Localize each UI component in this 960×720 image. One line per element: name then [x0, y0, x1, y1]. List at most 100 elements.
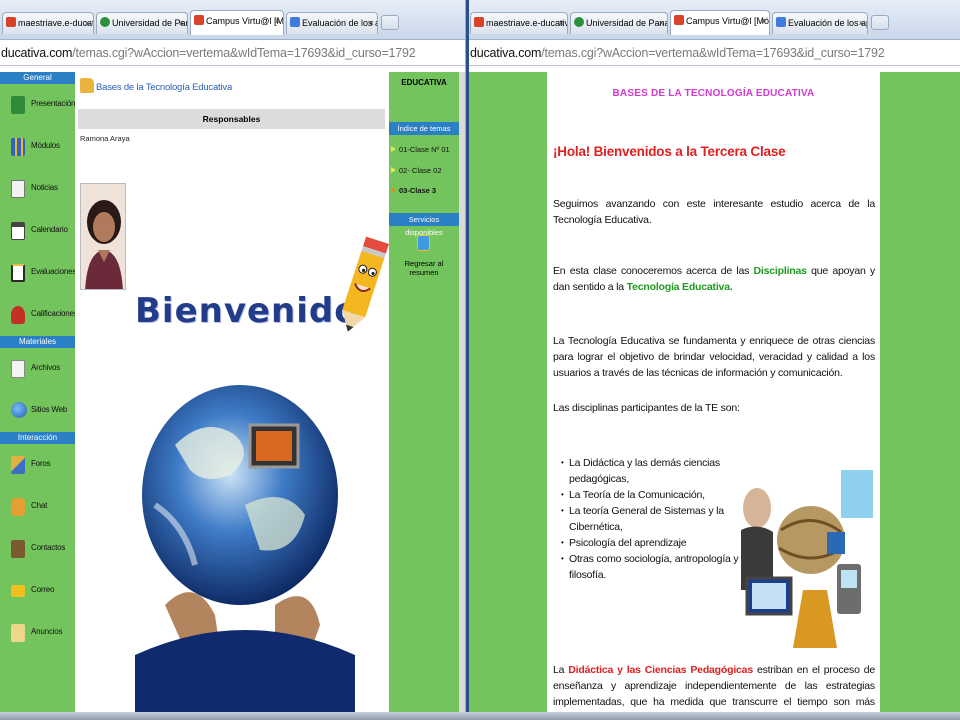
- contacts-icon: [11, 540, 25, 558]
- list-item: La teoría General de Sistemas y la Ciber…: [561, 503, 751, 535]
- paragraph-foundation: La Tecnología Educativa se fundamenta y …: [553, 335, 875, 379]
- paragraph-intro: Seguimos avanzando con este interesante …: [553, 198, 875, 226]
- site-icon: [474, 17, 484, 27]
- tab-campus-virtual[interactable]: Campus Virtu@l [Módulo ×: [670, 10, 770, 35]
- tab-bar: maestriave.e-ducativa.com × Universidad …: [469, 0, 960, 40]
- disciplines-list: La Didáctica y las demás ciencias pedagó…: [561, 455, 751, 583]
- close-tab-icon[interactable]: ×: [85, 13, 90, 33]
- nav-item-modulos[interactable]: Módulos: [0, 126, 75, 168]
- topic-link-active[interactable]: 03-Clase 3: [391, 186, 436, 195]
- nav-item-contactos[interactable]: Contactos: [0, 528, 75, 570]
- evaluations-icon: [11, 264, 25, 282]
- nav-item-calendario[interactable]: Calendario: [0, 210, 75, 252]
- greeting-heading: ¡Hola! Bienvenidos a la Tercera Clase: [553, 144, 786, 159]
- new-tab-button[interactable]: [381, 15, 399, 30]
- taskbar-strip: [0, 712, 960, 720]
- nav-item-anuncios[interactable]: Anuncios: [0, 612, 75, 654]
- article-title: BASES DE LA TECNOLOGÍA EDUCATIVA: [612, 88, 815, 99]
- nav-item-presentacion[interactable]: Presentación: [0, 84, 75, 126]
- arrow-icon: [391, 167, 396, 173]
- site-icon: [674, 15, 684, 25]
- tab-universidad[interactable]: Universidad de Panamá - ×: [570, 12, 668, 34]
- news-icon: [11, 180, 25, 198]
- close-tab-icon[interactable]: ×: [859, 13, 864, 33]
- lesson-article: BASES DE LA TECNOLOGÍA EDUCATIVA ¡Hola! …: [547, 72, 880, 720]
- welcome-banner: Bienvenido: [135, 291, 359, 331]
- topic-link[interactable]: 01-Clase Nº 01: [391, 145, 450, 154]
- tab-evaluacion[interactable]: Evaluación de los aprend ×: [772, 12, 868, 34]
- presentation-icon: [11, 96, 25, 114]
- arrow-icon: [391, 187, 396, 193]
- course-content: Bases de la Tecnología Educativa Respons…: [75, 72, 389, 720]
- site-icon: [574, 17, 584, 27]
- folder-icon: [80, 78, 94, 93]
- back-to-summary-link[interactable]: Regresar al resumen: [389, 259, 459, 277]
- chat-icon: [11, 498, 25, 516]
- brand-label: EDUCATIVA: [401, 78, 447, 87]
- tab-maestriave[interactable]: maestriave.e-ducativa.com ×: [2, 12, 94, 34]
- site-icon: [194, 15, 204, 25]
- nav-item-archivos[interactable]: Archivos: [0, 348, 75, 390]
- forums-icon: [11, 456, 25, 474]
- course-sidebar: General Presentación Módulos Noticias Ca…: [0, 72, 78, 720]
- instructor-photo: [80, 183, 126, 290]
- mail-icon: [11, 585, 25, 597]
- page-margin-left: [469, 72, 547, 720]
- nav-item-foros[interactable]: Foros: [0, 444, 75, 486]
- address-bar[interactable]: ducativa.com/temas.cgi?wAccion=vertema&w…: [469, 40, 960, 66]
- websites-icon: [11, 402, 27, 418]
- page-viewport: BASES DE LA TECNOLOGÍA EDUCATIVA ¡Hola! …: [469, 66, 960, 720]
- responsables-header: Responsables: [78, 109, 385, 129]
- site-icon: [6, 17, 16, 27]
- technology-collage-image: [741, 470, 873, 648]
- announcements-icon: [11, 624, 25, 642]
- list-item: Psicología del aprendizaje: [561, 535, 751, 551]
- close-tab-icon[interactable]: ×: [179, 13, 184, 33]
- section-header-materiales: Materiales: [0, 336, 75, 348]
- tab-bar: maestriave.e-ducativa.com × Universidad …: [0, 0, 465, 40]
- right-browser-window: maestriave.e-ducativa.com × Universidad …: [469, 0, 960, 720]
- close-tab-icon[interactable]: ×: [275, 11, 280, 31]
- topic-index-header: Índice de temas: [389, 122, 459, 135]
- nav-item-evaluaciones[interactable]: Evaluaciones: [0, 252, 76, 294]
- section-header-interaccion: Interacción: [0, 432, 75, 444]
- pencil-mascot-icon: [342, 236, 389, 332]
- new-tab-button[interactable]: [871, 15, 889, 30]
- site-icon: [100, 17, 110, 27]
- course-title[interactable]: Bases de la Tecnología Educativa: [96, 82, 232, 93]
- section-header-general: General: [0, 72, 75, 84]
- modules-icon: [11, 138, 25, 156]
- nav-item-chat[interactable]: Chat: [0, 486, 75, 528]
- close-tab-icon[interactable]: ×: [559, 13, 564, 33]
- grades-icon: [11, 306, 25, 324]
- topic-link[interactable]: 02- Clase 02: [391, 166, 442, 175]
- nav-item-sitios-web[interactable]: Sitios Web: [0, 390, 75, 432]
- services-header: Servicios disponibles: [389, 213, 459, 237]
- nav-item-noticias[interactable]: Noticias: [0, 168, 75, 210]
- list-item: La Didáctica y las demás ciencias pedagó…: [561, 455, 751, 487]
- course-right-panel: EDUCATIVA Índice de temas 01-Clase Nº 01…: [389, 72, 459, 720]
- page-margin-right: [880, 72, 960, 720]
- left-browser-window: maestriave.e-ducativa.com × Universidad …: [0, 0, 465, 720]
- site-icon: [776, 17, 786, 27]
- close-tab-icon[interactable]: ×: [659, 13, 664, 33]
- earth-hands-illustration: [135, 385, 355, 715]
- close-tab-icon[interactable]: ×: [369, 13, 374, 33]
- tab-evaluacion[interactable]: Evaluación de los aprendi ×: [286, 12, 378, 34]
- tab-campus-virtual[interactable]: Campus Virtu@l [Módulo ×: [190, 10, 284, 35]
- responsable-name: Ramona Araya: [80, 134, 130, 143]
- tab-universidad[interactable]: Universidad de Panamá - ×: [96, 12, 188, 34]
- list-item: La Teoría de la Comunicación,: [561, 487, 751, 503]
- calendar-icon: [11, 222, 25, 240]
- arrow-icon: [391, 146, 396, 152]
- paragraph-list-intro: Las disciplinas participantes de la TE s…: [553, 402, 740, 414]
- address-bar[interactable]: ducativa.com/temas.cgi?wAccion=vertema&w…: [0, 40, 465, 66]
- list-item: Otras como sociología, antropología y fi…: [561, 551, 751, 583]
- page-viewport: General Presentación Módulos Noticias Ca…: [0, 66, 465, 720]
- back-summary-icon[interactable]: [417, 235, 430, 251]
- tab-maestriave[interactable]: maestriave.e-ducativa.com ×: [470, 12, 568, 34]
- nav-item-correo[interactable]: Correo: [0, 570, 75, 612]
- close-tab-icon[interactable]: ×: [761, 11, 766, 31]
- nav-item-calificaciones[interactable]: Calificaciones: [0, 294, 78, 336]
- site-icon: [290, 17, 300, 27]
